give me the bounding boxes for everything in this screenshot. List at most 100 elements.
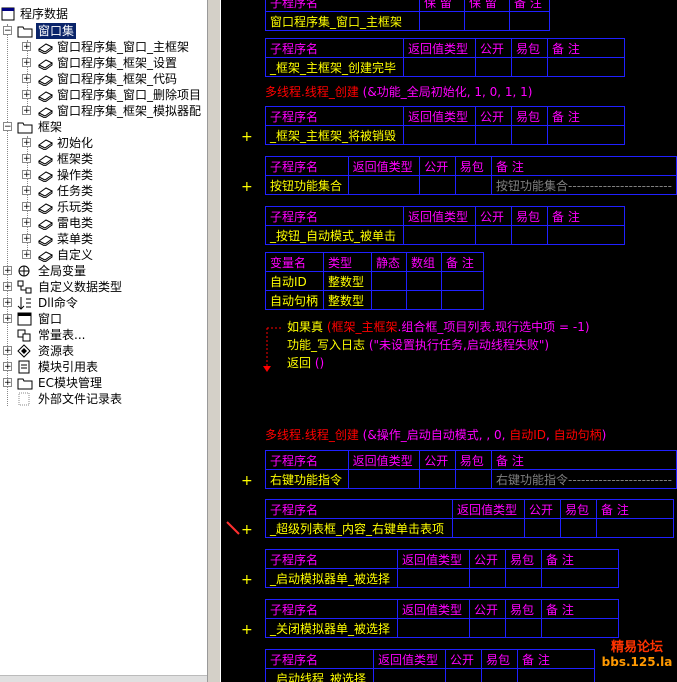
var-name[interactable]: 自动ID — [265, 271, 324, 291]
header-note: 备 注 — [541, 599, 619, 619]
expand-icon[interactable]: + — [22, 250, 31, 260]
sub-name[interactable]: _按钮_自动模式_被单击 — [265, 225, 404, 245]
sub-name[interactable]: _关闭模拟器单_被选择 — [265, 618, 398, 638]
assembly-name[interactable]: 窗口程序集_窗口_主框架 — [265, 11, 420, 31]
sub-table-close-emulator: 子程序名 返回值类型 公开 易包 备 注 _关闭模拟器单_被选择 — [265, 599, 619, 638]
var-type[interactable]: 整数型 — [323, 290, 372, 310]
tree-item-label: 窗口程序集_窗口_删除项目 — [57, 88, 202, 102]
watermark-title: 精易论坛 — [610, 640, 663, 655]
collapse-icon[interactable]: − — [3, 26, 12, 36]
expand-icon[interactable]: + — [22, 186, 31, 196]
expand-sub-button[interactable]: + — [241, 180, 253, 194]
tree-item-label: 外部文件记录表 — [38, 392, 123, 406]
header-sub-name: 子程序名 — [265, 206, 404, 226]
var-type[interactable]: 整数型 — [323, 271, 372, 291]
header-return-type: 返回值类型 — [403, 206, 476, 226]
expand-icon[interactable]: + — [22, 42, 31, 52]
expand-icon[interactable]: + — [3, 314, 12, 324]
thread-command: 多线程.线程_创建 — [265, 428, 359, 442]
header-array: 数组 — [406, 252, 442, 272]
header-public: 公开 — [469, 599, 506, 619]
header-note: 备 注 — [547, 206, 625, 226]
tree-horizontal-scrollbar[interactable] — [0, 675, 207, 682]
expand-icon[interactable]: + — [22, 202, 31, 212]
tree-root-label: 程序数据 — [20, 7, 69, 21]
header-note: 备 注 — [541, 549, 619, 569]
module-icon — [37, 152, 53, 167]
code-line-log[interactable]: 功能_写入日志 ("未设置执行任务,启动线程失败") — [287, 336, 549, 353]
expand-icon[interactable]: + — [22, 58, 31, 68]
header-static: 静态 — [371, 252, 407, 272]
expand-icon[interactable]: + — [22, 138, 31, 148]
header-return-type: 返回值类型 — [403, 106, 476, 126]
expand-icon[interactable]: + — [22, 90, 31, 100]
var-row[interactable]: 自动句柄 整数型 — [265, 290, 484, 310]
module-icon — [37, 72, 53, 87]
sub-table-button-set: 子程序名 返回值类型 公开 易包 备 注 按钮功能集合 按钮功能集合------… — [265, 156, 677, 195]
tree-item-label: 全局变量 — [38, 264, 87, 278]
resource-icon — [17, 344, 33, 358]
expand-icon[interactable]: + — [22, 74, 31, 84]
expand-icon[interactable]: + — [22, 106, 31, 116]
expand-icon[interactable]: + — [3, 266, 12, 276]
panel-splitter[interactable] — [207, 0, 221, 682]
sub-table-auto-mode: 子程序名 返回值类型 公开 易包 备 注 _按钮_自动模式_被单击 — [265, 206, 625, 245]
sub-name[interactable]: 按钮功能集合 — [265, 175, 349, 195]
expand-icon[interactable]: + — [3, 298, 12, 308]
log-command: 功能_写入日志 — [287, 338, 366, 352]
code-line-return[interactable]: 返回 () — [287, 354, 324, 371]
tree-item-label: 窗口程序集_框架_代码 — [57, 72, 178, 86]
expand-icon[interactable]: + — [22, 218, 31, 228]
project-tree-panel[interactable]: 程序数据 − 窗口集 + 窗口程序集_窗口_主框架 + 窗口程序集_框架_设置 … — [0, 0, 207, 682]
header-note: 备 注 — [517, 649, 595, 669]
collapse-icon[interactable]: − — [3, 122, 12, 132]
header-easy-pack: 易包 — [454, 156, 493, 176]
module-icon — [37, 248, 53, 263]
header-note: 备 注 — [596, 499, 674, 519]
module-icon — [37, 88, 53, 103]
code-line-thread-create-2[interactable]: 多线程.线程_创建 (&操作_启动自动模式, , 0, 自动ID, 自动句柄) — [265, 426, 606, 443]
expand-icon[interactable]: + — [3, 378, 12, 388]
code-editor[interactable]: 子程序名 保 留 保 留 备 注 窗口程序集_窗口_主框架 子程序名 返回值类型… — [221, 0, 677, 682]
sub-name[interactable]: _启动线程_被选择 — [265, 668, 374, 682]
expand-sub-button[interactable]: + — [241, 623, 253, 637]
tree-item-label: EC模块管理 — [38, 376, 102, 390]
header-easy-pack: 易包 — [505, 599, 542, 619]
sub-name[interactable]: _超级列表框_内容_右键单击表项 — [265, 518, 453, 538]
header-sub-name: 子程序名 — [265, 599, 398, 619]
header-return-type: 返回值类型 — [403, 38, 476, 58]
expand-icon[interactable]: + — [22, 170, 31, 180]
return-command: 返回 — [287, 356, 312, 370]
var-row[interactable]: 自动ID 整数型 — [265, 271, 484, 291]
expand-icon[interactable]: + — [22, 234, 31, 244]
header-public: 公开 — [445, 649, 482, 669]
tree-item-label: 窗口程序集_框架_模拟器配 — [57, 104, 202, 118]
folder-icon — [17, 376, 33, 390]
header-public: 公开 — [475, 206, 512, 226]
expand-sub-button[interactable]: + — [241, 523, 253, 537]
expand-icon[interactable]: + — [3, 282, 12, 292]
program-data-icon — [1, 7, 17, 21]
header-return-type: 返回值类型 — [347, 450, 421, 470]
sub-name[interactable]: _框架_主框架_创建完毕 — [265, 57, 404, 77]
header-sub-name: 子程序名 — [265, 156, 349, 176]
expand-sub-button[interactable]: + — [241, 474, 253, 488]
module-icon — [37, 232, 53, 247]
sub-name[interactable]: _框架_主框架_将被销毁 — [265, 125, 404, 145]
sub-table-destroy: 子程序名 返回值类型 公开 易包 备 注 _框架_主框架_将被销毁 — [265, 106, 625, 145]
expand-icon[interactable]: + — [22, 154, 31, 164]
code-line-thread-create-1[interactable]: 多线程.线程_创建 (&功能_全局初始化, 1, 0, 1, 1) — [265, 83, 532, 100]
header-sub-name: 子程序名 — [265, 38, 404, 58]
expand-icon[interactable]: + — [3, 362, 12, 372]
code-line-if[interactable]: 如果真 (框架_主框架.组合框_项目列表.现行选中项 = -1) — [287, 318, 590, 335]
tree-item-label: 框架 — [38, 120, 63, 134]
tree-item-label: 乐玩类 — [57, 200, 94, 214]
expand-sub-button[interactable]: + — [241, 573, 253, 587]
header-easy-pack: 易包 — [505, 549, 542, 569]
expand-icon[interactable]: + — [3, 346, 12, 356]
sub-name[interactable]: _启动模拟器单_被选择 — [265, 568, 398, 588]
sub-name[interactable]: 右键功能指令 — [265, 469, 349, 489]
expand-sub-button[interactable]: + — [241, 130, 253, 144]
window-icon — [17, 312, 33, 326]
var-name[interactable]: 自动句柄 — [265, 290, 324, 310]
